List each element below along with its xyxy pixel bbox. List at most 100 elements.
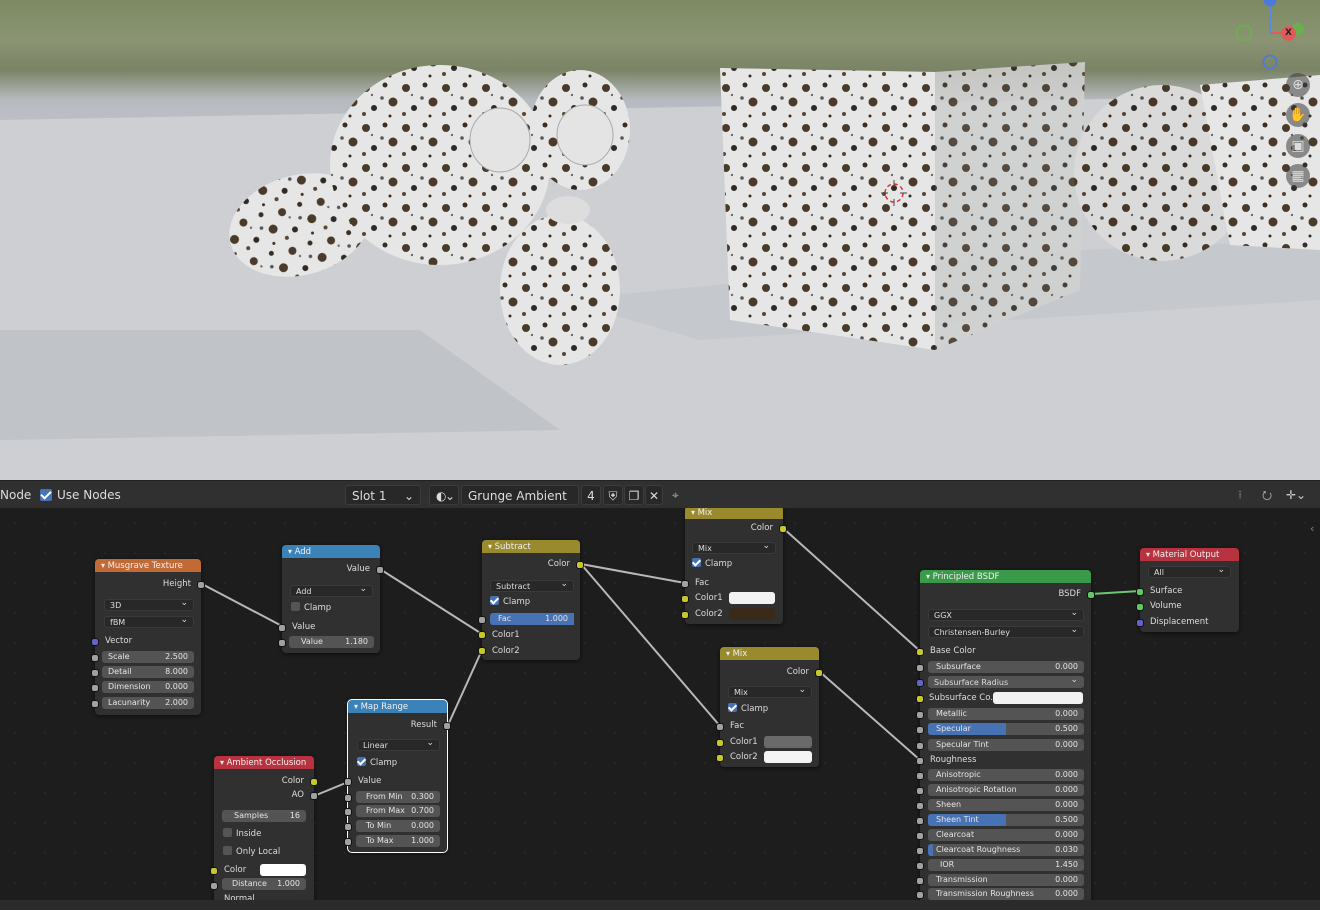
socket-input[interactable] [681,611,689,619]
subsurface-color-swatch[interactable] [993,692,1083,704]
socket-input[interactable] [916,742,924,750]
subtract-mix-node[interactable]: Subtract Color Subtract Clamp Fac 1.000 C… [478,540,584,660]
gizmo-x-axis[interactable]: X [1281,26,1296,41]
metallic-field[interactable]: Metallic 0.000 [928,708,1084,720]
duplicate-material-icon[interactable]: ❐ [624,485,644,505]
fake-user-shield-icon[interactable]: ⛨ [603,485,623,505]
transmission-roughness-field[interactable]: Transmission Roughness 0.000 [928,888,1084,900]
node-header[interactable]: Ambient Occlusion [214,756,314,769]
socket-input[interactable] [478,647,486,655]
node-header[interactable]: Musgrave Texture [95,559,201,572]
unlink-material-icon[interactable]: ✕ [645,485,663,505]
inside-checkbox[interactable]: Inside [223,828,261,840]
subsurface-method-dropdown[interactable]: Christensen-Burley [928,624,1084,638]
socket-input[interactable] [478,631,486,639]
socket-output[interactable] [443,722,451,730]
ior-field[interactable]: IOR 1.450 [928,859,1084,871]
socket-input[interactable] [478,616,486,624]
socket-input[interactable] [916,877,924,885]
musgrave-texture-node[interactable]: Musgrave Texture Height 3D fBM Vector Sc… [91,559,205,715]
editor-menu-node[interactable]: Node [0,485,31,505]
socket-input[interactable] [916,726,924,734]
socket-input[interactable] [91,669,99,677]
camera-icon[interactable]: ▣ [1286,134,1310,158]
hand-pan-icon[interactable]: ✋ [1286,103,1310,127]
node-header[interactable]: Principled BSDF [920,570,1091,583]
to-min-field[interactable]: To Min 0.000 [356,820,440,832]
socket-input[interactable] [916,648,924,656]
socket-input[interactable] [278,639,286,647]
socket-output[interactable] [310,778,318,786]
anisotropic-rotation-field[interactable]: Anisotropic Rotation 0.000 [928,784,1084,796]
clearcoat-field[interactable]: Clearcoat 0.000 [928,829,1084,841]
detail-field[interactable]: Detail 8.000 [102,666,194,678]
sheen-tint-field[interactable]: Sheen Tint 0.500 [928,814,1084,826]
distribution-dropdown[interactable]: GGX [928,607,1084,621]
clamp-checkbox[interactable]: Clamp [692,558,732,570]
color1-swatch[interactable] [729,592,775,604]
map-range-node[interactable]: Map Range Result Linear Clamp Value From… [344,699,451,853]
to-max-field[interactable]: To Max 1.000 [356,835,440,847]
socket-input[interactable] [681,580,689,588]
slot-dropdown[interactable]: Slot 1 ⌄ [345,485,421,505]
clamp-checkbox[interactable]: Clamp [291,602,331,614]
subsurface-field[interactable]: Subsurface 0.000 [928,661,1084,673]
interpolation-dropdown[interactable]: Linear [357,737,440,751]
blend-mode-dropdown[interactable]: Mix [692,540,776,554]
socket-input[interactable] [344,838,352,846]
socket-input[interactable] [916,847,924,855]
socket-output[interactable] [197,581,205,589]
socket-input[interactable] [344,823,352,831]
dimension-dropdown[interactable]: 3D [104,597,194,611]
sheen-field[interactable]: Sheen 0.000 [928,799,1084,811]
node-editor-canvas[interactable]: Musgrave Texture Height 3D fBM Vector Sc… [0,508,1320,900]
socket-input[interactable] [1136,619,1144,627]
pin-icon[interactable]: ⌖ [672,485,679,505]
from-min-field[interactable]: From Min 0.300 [356,791,440,803]
value-field[interactable]: Value 1.180 [289,636,374,648]
socket-input[interactable] [916,817,924,825]
clearcoat-roughness-field[interactable]: Clearcoat Roughness 0.030 [928,844,1084,856]
socket-input[interactable] [916,802,924,810]
blend-mode-dropdown[interactable]: Subtract [490,578,574,592]
parent-node-tree-icon[interactable]: ⭱ [1238,485,1242,505]
socket-input[interactable] [210,867,218,875]
mix-node-2[interactable]: Mix Color Mix Clamp Fac Color1 Color2 [716,647,823,767]
snap-element-icon[interactable]: ✛⌄ [1286,485,1306,505]
socket-input[interactable] [916,679,924,687]
grid-icon[interactable]: ▦ [1286,164,1310,188]
socket-input[interactable] [916,862,924,870]
musgrave-type-dropdown[interactable]: fBM [104,614,194,628]
socket-output[interactable] [376,566,384,574]
socket-output[interactable] [815,669,823,677]
socket-input[interactable] [91,638,99,646]
fac-field[interactable]: Fac 1.000 [490,613,574,625]
color2-swatch[interactable] [729,608,775,620]
specular-field[interactable]: Specular 0.500 [928,723,1084,735]
socket-input[interactable] [278,624,286,632]
socket-input[interactable] [1136,588,1144,596]
material-output-node[interactable]: Material Output All Surface Volume Displ… [1136,548,1239,632]
color2-swatch[interactable] [764,751,812,763]
socket-input[interactable] [916,757,924,765]
scale-field[interactable]: Scale 2.500 [102,651,194,663]
socket-input[interactable] [916,772,924,780]
principled-bsdf-node[interactable]: Principled BSDF BSDF GGX Christensen-Bur… [916,570,1095,900]
clamp-checkbox[interactable]: Clamp [728,703,768,715]
socket-input[interactable] [344,778,352,786]
socket-input[interactable] [91,654,99,662]
node-header[interactable]: Material Output [1140,548,1239,561]
distance-field[interactable]: Distance 1.000 [222,878,306,890]
clamp-checkbox[interactable]: Clamp [490,596,530,608]
socket-input[interactable] [916,695,924,703]
node-header[interactable]: Subtract [482,540,580,553]
sidebar-toggle-icon[interactable]: ‹ [1310,522,1314,535]
zoom-icon[interactable]: ⊕ [1286,73,1310,97]
node-header[interactable]: Mix [720,647,819,660]
socket-output[interactable] [576,561,584,569]
use-nodes-checkbox[interactable]: Use Nodes [40,485,121,505]
dimension-field[interactable]: Dimension 0.000 [102,681,194,693]
socket-output[interactable] [779,525,787,533]
socket-input[interactable] [716,754,724,762]
node-header[interactable]: Mix [685,508,783,519]
